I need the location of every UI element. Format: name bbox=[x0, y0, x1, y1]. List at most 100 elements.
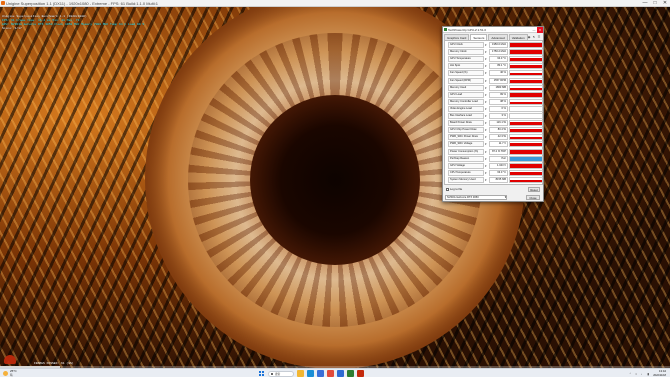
sensor-name: System Memory Used bbox=[448, 176, 484, 183]
camera-icon[interactable]: ◉ bbox=[527, 35, 531, 39]
sensor-graph bbox=[509, 141, 543, 148]
store-icon[interactable] bbox=[317, 370, 324, 377]
chevron-down-icon[interactable]: ▾ bbox=[485, 121, 487, 125]
sensor-value: 63.0 °C bbox=[489, 169, 508, 176]
chevron-down-icon[interactable]: ▾ bbox=[485, 43, 487, 47]
chevron-down-icon[interactable]: ▾ bbox=[485, 164, 487, 168]
sensor-graph bbox=[509, 98, 543, 105]
superposition-icon[interactable] bbox=[357, 370, 364, 377]
chevron-down-icon[interactable]: ▾ bbox=[485, 157, 487, 161]
sensor-value: 3 % bbox=[489, 113, 508, 119]
benchmark-titlebar[interactable]: Unigine Superposition 1.1 (DX11) - 1920x… bbox=[0, 0, 670, 7]
chevron-down-icon[interactable]: ▾ bbox=[503, 195, 508, 200]
chevron-down-icon[interactable]: ▾ bbox=[485, 114, 487, 118]
gpuz-icon[interactable] bbox=[347, 370, 354, 377]
sensor-value: 80.1 °C bbox=[489, 63, 508, 70]
gpuz-titlebar[interactable]: TechPowerUp GPU-Z 2.51.0 — ✕ bbox=[443, 27, 543, 33]
sensor-graph-fill bbox=[510, 92, 542, 97]
sensor-value: 1750.2 MHz bbox=[489, 49, 508, 56]
sensor-graph-fill bbox=[510, 43, 542, 47]
chevron-down-icon[interactable]: ▾ bbox=[485, 178, 487, 182]
sensor-graph bbox=[509, 155, 543, 162]
close-button[interactable]: ✕ bbox=[660, 0, 670, 7]
chevron-down-icon[interactable]: ▾ bbox=[485, 171, 487, 175]
start-button[interactable] bbox=[258, 370, 265, 377]
sensor-graph-fill bbox=[510, 128, 542, 133]
sensor-name: GPU Voltage bbox=[448, 162, 484, 169]
reset-button[interactable]: Reset bbox=[528, 187, 540, 192]
gpuz-close-button[interactable]: ✕ bbox=[537, 27, 543, 33]
sensor-row: GPU Voltage ▾ 1.043 V bbox=[446, 162, 543, 169]
minimize-button[interactable]: — bbox=[640, 0, 650, 7]
chevron-down-icon[interactable]: ▾ bbox=[485, 135, 487, 139]
chevron-down-icon[interactable]: ▾ bbox=[485, 71, 487, 75]
sensor-graph bbox=[509, 49, 543, 56]
sensor-graph-fill bbox=[510, 136, 542, 140]
chevron-down-icon[interactable]: ▾ bbox=[485, 100, 487, 104]
sensor-graph-fill bbox=[510, 80, 542, 83]
chevron-down-icon[interactable]: ▾ bbox=[485, 79, 487, 83]
sensor-graph bbox=[509, 105, 543, 112]
refresh-icon[interactable]: ↻ bbox=[532, 35, 536, 39]
file-explorer-icon[interactable] bbox=[297, 370, 304, 377]
sensor-row: Board Power Draw ▾ 116.1 W bbox=[446, 120, 543, 127]
sensor-graph-fill bbox=[510, 73, 542, 76]
chevron-down-icon[interactable]: ▾ bbox=[485, 142, 487, 146]
weather-desc: 晴 bbox=[10, 373, 13, 377]
sensor-row: GPU Temperature ▾ 64.0 °C bbox=[446, 56, 543, 63]
system-tray: ⌃ ≈ ♩ ▮ 13:42 2022/11/18 bbox=[626, 369, 666, 377]
chevron-down-icon[interactable]: ▾ bbox=[485, 50, 487, 54]
osd-line: Scene: 1/17 bbox=[2, 27, 22, 30]
sensor-row: GPU Clock ▾ 1950.0 MHz bbox=[446, 42, 543, 48]
wifi-icon[interactable]: ≈ bbox=[634, 372, 638, 376]
sensor-value: 1.043 V bbox=[489, 162, 508, 169]
sensor-value: 8155 MB bbox=[489, 176, 508, 183]
chevron-down-icon[interactable]: ▾ bbox=[485, 86, 487, 90]
chevron-down-icon[interactable]: ▾ bbox=[485, 107, 487, 111]
sensor-row: Hot Spot ▾ 80.1 °C bbox=[446, 63, 543, 70]
edge-icon[interactable] bbox=[307, 370, 314, 377]
maximize-button[interactable]: □ bbox=[650, 0, 660, 7]
sensor-value: 42.3 W bbox=[489, 134, 508, 141]
sensor-row: PWR_SRC Power Draw ▾ 42.3 W bbox=[446, 134, 543, 141]
chevron-down-icon[interactable]: ▾ bbox=[485, 128, 487, 132]
gpu-select-dropdown[interactable]: NVIDIA GeForce RTX 3050 bbox=[445, 195, 507, 200]
chevron-down-icon[interactable]: ▾ bbox=[485, 64, 487, 68]
sensor-name: Memory Used bbox=[448, 84, 484, 91]
sensor-value: 116.1 W bbox=[489, 120, 508, 127]
chevron-down-icon[interactable]: ▾ bbox=[485, 57, 487, 61]
taskbar: 25°C 晴 搜索 ⌃ ≈ ♩ ▮ 13:42 2022/11/18 bbox=[0, 368, 670, 377]
menu-icon[interactable]: ☰ bbox=[537, 35, 541, 39]
sensor-name: CPU Temperature bbox=[448, 169, 484, 176]
sensor-graph bbox=[509, 63, 543, 70]
log-to-file-checkbox[interactable] bbox=[446, 188, 449, 191]
sensor-row: Memory Used ▾ 1863 MB bbox=[446, 84, 543, 91]
unigine-logo bbox=[4, 355, 16, 364]
chevron-down-icon[interactable]: ▾ bbox=[485, 150, 487, 154]
gpuz-window[interactable]: TechPowerUp GPU-Z 2.51.0 — ✕ Graphics Ca… bbox=[442, 26, 544, 202]
sensor-row: Bus Interface Load ▾ 3 % bbox=[446, 113, 543, 119]
sensor-graph-fill bbox=[510, 149, 542, 154]
sensor-name: Memory Clock bbox=[448, 49, 484, 56]
battery-icon[interactable]: ▮ bbox=[646, 372, 650, 376]
chevron-down-icon[interactable]: ▾ bbox=[485, 93, 487, 97]
speaker-icon[interactable]: ♩ bbox=[640, 372, 644, 376]
sensor-value: 46 % bbox=[489, 70, 508, 77]
sensor-value: 87.2 % TDP bbox=[489, 148, 508, 155]
clock[interactable]: 13:42 2022/11/18 bbox=[653, 369, 666, 377]
gpuz-footer-close-button[interactable]: Close bbox=[526, 195, 540, 200]
sensor-value: 80.4 W bbox=[489, 127, 508, 134]
mail-icon[interactable] bbox=[337, 370, 344, 377]
sensor-graph-fill bbox=[510, 171, 542, 175]
taskbar-search[interactable]: 搜索 bbox=[268, 370, 294, 377]
chevron-up-icon[interactable]: ⌃ bbox=[628, 372, 632, 376]
sensor-graph-fill bbox=[510, 156, 542, 161]
gpuz-title: TechPowerUp GPU-Z 2.51.0 bbox=[448, 28, 487, 32]
sensor-row: GPU Load ▾ 99 % bbox=[446, 91, 543, 98]
sensor-graph bbox=[509, 113, 543, 119]
sensor-row: Memory Controller Load ▾ 38 % bbox=[446, 98, 543, 105]
osd-line: GPU: NVIDIA GeForce RTX 3050 Clock 1950 … bbox=[2, 23, 145, 26]
chrome-icon[interactable] bbox=[327, 370, 334, 377]
sensor-row: PWR_SRC Voltage ▾ 11.7 V bbox=[446, 141, 543, 148]
gpuz-app-icon bbox=[444, 28, 447, 31]
